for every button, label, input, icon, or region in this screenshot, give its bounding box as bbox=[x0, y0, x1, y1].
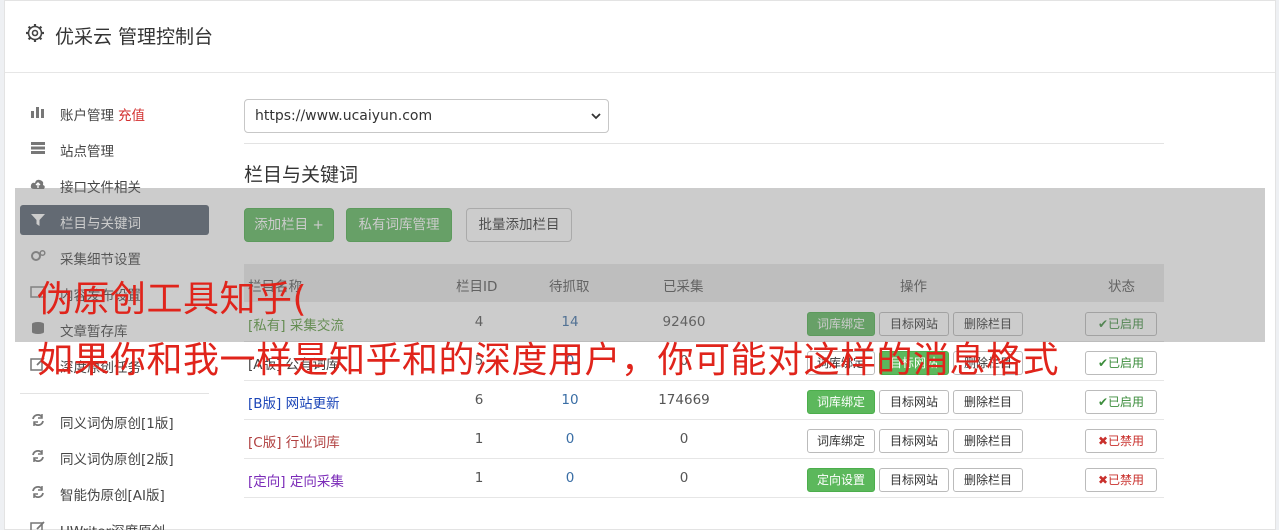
bar-chart-icon bbox=[31, 107, 44, 118]
status-label: 已禁用 bbox=[1108, 473, 1145, 487]
sidebar-item-sites[interactable]: 站点管理 bbox=[20, 133, 209, 163]
page-title: 优采云 管理控制台 bbox=[55, 26, 214, 48]
pending-count-link[interactable]: 0 bbox=[550, 470, 590, 486]
bind-lib-button[interactable]: 词库绑定 bbox=[807, 429, 875, 453]
status-toggle[interactable]: ✖已禁用 bbox=[1085, 429, 1157, 453]
column-id: 1 bbox=[474, 470, 484, 486]
recharge-link[interactable]: 充值 bbox=[118, 108, 145, 124]
cross-icon: ✖ bbox=[1097, 434, 1109, 448]
collected-count: 0 bbox=[679, 470, 689, 486]
target-site-button[interactable]: 目标网站 bbox=[879, 468, 949, 492]
table-row: [B版] 网站更新 6 10 174669 词库绑定 目标网站 删除栏目 ✔已启… bbox=[244, 381, 1164, 420]
divider bbox=[244, 143, 1164, 144]
delete-column-button[interactable]: 删除栏目 bbox=[953, 390, 1023, 414]
refresh-icon bbox=[32, 414, 44, 426]
sidebar-item-synonym-v1[interactable]: 同义词伪原创[1版] bbox=[20, 405, 209, 435]
chevron-down-icon bbox=[591, 113, 601, 120]
check-icon: ✔ bbox=[1097, 356, 1109, 370]
delete-column-button[interactable]: 删除栏目 bbox=[953, 429, 1023, 453]
collected-count: 0 bbox=[679, 431, 689, 447]
status-label: 已启用 bbox=[1108, 395, 1145, 409]
refresh-icon bbox=[32, 450, 44, 462]
refresh-icon bbox=[32, 486, 44, 498]
table-row: [C版] 行业词库 1 0 0 词库绑定 目标网站 删除栏目 ✖已禁用 bbox=[244, 420, 1164, 459]
sidebar-item-label: UWriter深度原创 bbox=[60, 520, 165, 530]
sidebar-item-label: 智能伪原创[AI版] bbox=[60, 488, 165, 504]
server-icon bbox=[31, 142, 45, 154]
sidebar-item-label: 站点管理 bbox=[60, 144, 114, 160]
sidebar-item-label: 同义词伪原创[1版] bbox=[60, 416, 174, 432]
check-icon: ✔ bbox=[1097, 395, 1109, 409]
collected-count: 174669 bbox=[658, 392, 710, 408]
column-name-link[interactable]: [C版] 行业词库 bbox=[248, 431, 340, 451]
delete-column-button[interactable]: 删除栏目 bbox=[953, 468, 1023, 492]
pending-count-link[interactable]: 10 bbox=[550, 392, 590, 408]
section-title: 栏目与关键词 bbox=[244, 164, 359, 186]
status-toggle[interactable]: ✔已启用 bbox=[1085, 390, 1157, 414]
overlay-headline-line1: 伪原创工具知乎( bbox=[37, 279, 308, 320]
site-select[interactable]: https://www.ucaiyun.com bbox=[244, 99, 609, 133]
sidebar-item-label: 同义词伪原创[2版] bbox=[60, 452, 174, 468]
sidebar-item-ai-original[interactable]: 智能伪原创[AI版] bbox=[20, 477, 209, 507]
column-name-link[interactable]: [定向] 定向采集 bbox=[248, 470, 344, 490]
site-select-value: https://www.ucaiyun.com bbox=[255, 108, 433, 124]
sidebar-item-account[interactable]: 账户管理 充值 bbox=[20, 97, 209, 127]
sidebar-item-label: 账户管理 bbox=[60, 108, 114, 124]
status-toggle[interactable]: ✖已禁用 bbox=[1085, 468, 1157, 492]
column-id: 6 bbox=[474, 392, 484, 408]
cross-icon: ✖ bbox=[1097, 473, 1109, 487]
bind-lib-button[interactable]: 词库绑定 bbox=[807, 390, 875, 414]
table-row: [定向] 定向采集 1 0 0 定向设置 目标网站 删除栏目 ✖已禁用 bbox=[244, 459, 1164, 498]
column-id: 1 bbox=[474, 431, 484, 447]
sidebar-item-synonym-v2[interactable]: 同义词伪原创[2版] bbox=[20, 441, 209, 471]
header-bar: 优采云 管理控制台 bbox=[5, 1, 1275, 73]
pending-count-link[interactable]: 0 bbox=[550, 431, 590, 447]
column-name-link[interactable]: [B版] 网站更新 bbox=[248, 392, 340, 412]
target-site-button[interactable]: 目标网站 bbox=[879, 390, 949, 414]
overlay-headline-line2: 如果你和我一样是知乎和的深度用户，你可能对这样的消息格式 bbox=[37, 340, 1060, 381]
edit-icon bbox=[30, 521, 45, 530]
status-toggle[interactable]: ✔已启用 bbox=[1085, 351, 1157, 375]
sidebar-item-uwriter[interactable]: UWriter深度原创 bbox=[20, 513, 209, 530]
status-label: 已启用 bbox=[1108, 356, 1145, 370]
status-label: 已禁用 bbox=[1108, 434, 1145, 448]
target-site-button[interactable]: 目标网站 bbox=[879, 429, 949, 453]
directed-settings-button[interactable]: 定向设置 bbox=[807, 468, 875, 492]
sidebar-divider bbox=[20, 393, 209, 394]
gear-icon bbox=[26, 24, 44, 42]
